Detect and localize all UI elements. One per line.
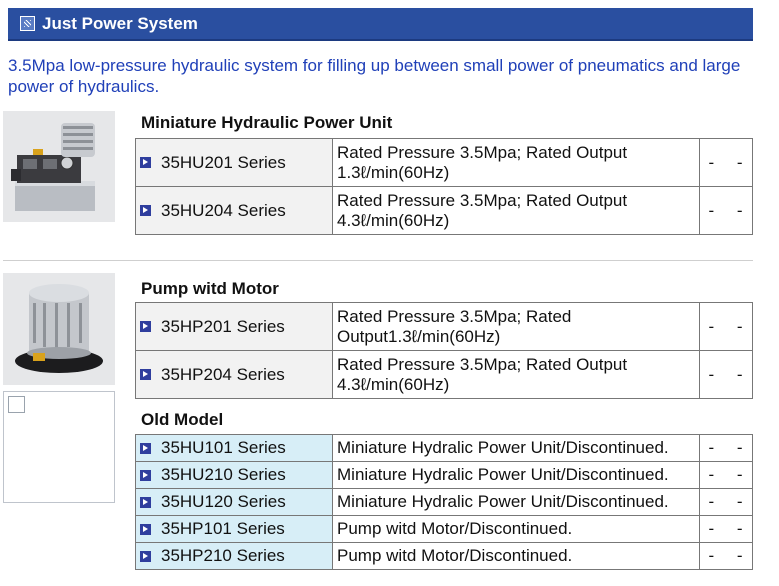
arrow-bullet-icon <box>140 469 151 481</box>
description-cell: Rated Pressure 3.5Mpa; Rated Output 4.3ℓ… <box>332 350 700 399</box>
series-link[interactable]: 35HP204 Series <box>161 365 285 385</box>
series-cell[interactable]: 35HU210 Series <box>135 461 333 489</box>
series-link[interactable]: 35HU201 Series <box>161 153 286 173</box>
arrow-bullet-icon <box>140 496 151 508</box>
dash-cell: - - <box>699 488 753 516</box>
section-title-hydraulic-unit: Miniature Hydraulic Power Unit <box>141 113 393 132</box>
dash-cell: - - <box>699 138 753 187</box>
series-link[interactable]: 35HP210 Series <box>161 546 285 566</box>
dash-cell: - - <box>699 434 753 462</box>
table-row: 35HU210 Series Miniature Hydralic Power … <box>135 461 753 489</box>
arrow-bullet-icon <box>140 442 151 454</box>
table-row: 35HP204 Series Rated Pressure 3.5Mpa; Ra… <box>135 350 753 399</box>
section-divider <box>3 260 753 261</box>
table-row: 35HU101 Series Miniature Hydralic Power … <box>135 434 753 462</box>
series-cell[interactable]: 35HU201 Series <box>135 138 333 187</box>
series-link[interactable]: 35HU210 Series <box>161 465 286 485</box>
series-link[interactable]: 35HU204 Series <box>161 201 286 221</box>
series-cell[interactable]: 35HP210 Series <box>135 542 333 570</box>
series-cell[interactable]: 35HP204 Series <box>135 350 333 399</box>
table-row: 35HU201 Series Rated Pressure 3.5Mpa; Ra… <box>135 138 753 187</box>
arrow-bullet-icon <box>140 369 151 380</box>
description-cell: Pump witd Motor/Discontinued. <box>332 515 700 543</box>
old-model-table: 35HU101 Series Miniature Hydralic Power … <box>135 434 753 570</box>
series-cell[interactable]: 35HU204 Series <box>135 186 333 235</box>
series-link[interactable]: 35HP201 Series <box>161 317 285 337</box>
series-cell[interactable]: 35HP201 Series <box>135 302 333 351</box>
arrow-bullet-icon <box>140 523 151 535</box>
arrow-bullet-icon <box>140 205 151 216</box>
dash-cell: - - <box>699 542 753 570</box>
intro-text: 3.5Mpa low-pressure hydraulic system for… <box>8 56 741 96</box>
arrow-bullet-icon <box>140 157 151 168</box>
section-title-old-model: Old Model <box>141 410 224 429</box>
arrow-bullet-icon <box>140 321 151 332</box>
dash-cell: - - <box>699 302 753 351</box>
pump-motor-table: 35HP201 Series Rated Pressure 3.5Mpa; Ra… <box>135 302 753 399</box>
hydraulic-unit-photo[interactable] <box>3 111 115 222</box>
dash-cell: - - <box>699 186 753 235</box>
series-link[interactable]: 35HU101 Series <box>161 438 286 458</box>
table-row: 35HU204 Series Rated Pressure 3.5Mpa; Ra… <box>135 186 753 235</box>
hydraulic-unit-table: 35HU201 Series Rated Pressure 3.5Mpa; Ra… <box>135 138 753 235</box>
dash-cell: - - <box>699 461 753 489</box>
section-title-pump-motor: Pump witd Motor <box>141 279 279 298</box>
table-row: 35HP210 Series Pump witd Motor/Discontin… <box>135 542 753 570</box>
table-row: 35HU120 Series Miniature Hydralic Power … <box>135 488 753 516</box>
pump-motor-photo[interactable] <box>3 273 115 385</box>
description-cell: Miniature Hydralic Power Unit/Discontinu… <box>332 488 700 516</box>
series-link[interactable]: 35HP101 Series <box>161 519 285 539</box>
table-row: 35HP201 Series Rated Pressure 3.5Mpa; Ra… <box>135 302 753 351</box>
series-link[interactable]: 35HU120 Series <box>161 492 286 512</box>
description-cell: Rated Pressure 3.5Mpa; Rated Output 4.3ℓ… <box>332 186 700 235</box>
description-cell: Rated Pressure 3.5Mpa; Rated Output1.3ℓ/… <box>332 302 700 351</box>
pattern-square-icon <box>20 16 35 31</box>
description-cell: Miniature Hydralic Power Unit/Discontinu… <box>332 434 700 462</box>
image-placeholder <box>3 391 115 503</box>
description-cell: Pump witd Motor/Discontinued. <box>332 542 700 570</box>
description-cell: Rated Pressure 3.5Mpa; Rated Output 1.3ℓ… <box>332 138 700 187</box>
section-title: Just Power System <box>42 14 198 33</box>
series-cell[interactable]: 35HP101 Series <box>135 515 333 543</box>
dash-cell: - - <box>699 350 753 399</box>
section-header: Just Power System <box>8 8 753 41</box>
dash-cell: - - <box>699 515 753 543</box>
broken-image-icon <box>8 396 25 413</box>
series-cell[interactable]: 35HU120 Series <box>135 488 333 516</box>
series-cell[interactable]: 35HU101 Series <box>135 434 333 462</box>
description-cell: Miniature Hydralic Power Unit/Discontinu… <box>332 461 700 489</box>
table-row: 35HP101 Series Pump witd Motor/Discontin… <box>135 515 753 543</box>
arrow-bullet-icon <box>140 550 151 562</box>
